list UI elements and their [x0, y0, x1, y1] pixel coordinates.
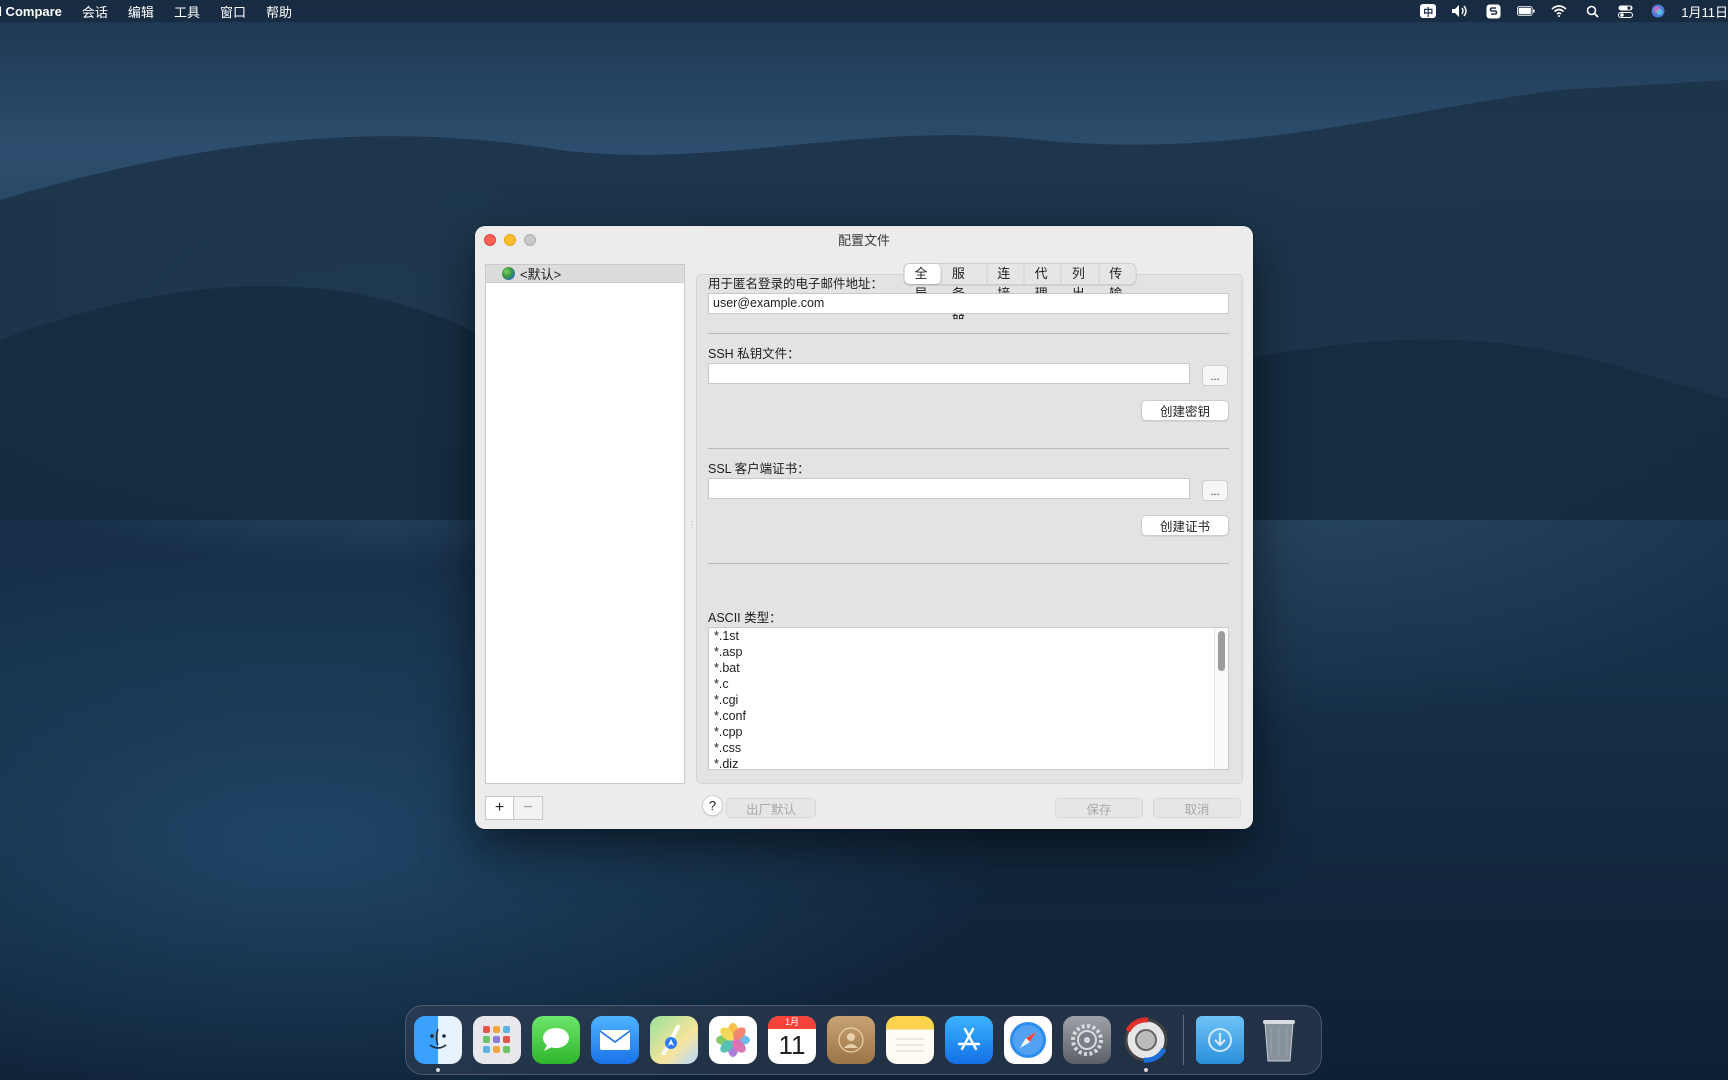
- trash-icon[interactable]: [1255, 1016, 1303, 1064]
- app-menu[interactable]: d Compare: [0, 4, 62, 19]
- cancel-button[interactable]: 取消: [1153, 798, 1241, 818]
- menu-edit[interactable]: 编辑: [128, 2, 154, 21]
- ssh-key-field[interactable]: [708, 363, 1190, 384]
- menubar-clock[interactable]: 1月11日: [1681, 2, 1728, 21]
- photos-icon[interactable]: [709, 1016, 757, 1064]
- calendar-icon[interactable]: 1月 11: [768, 1016, 816, 1064]
- list-buttons: + −: [485, 796, 543, 820]
- calendar-day: 11: [778, 1030, 806, 1060]
- launchpad-icon[interactable]: [473, 1016, 521, 1064]
- globe-icon: [502, 267, 515, 280]
- help-button[interactable]: ?: [702, 795, 723, 816]
- split-handle[interactable]: ⋮: [688, 520, 696, 529]
- mail-icon[interactable]: [591, 1016, 639, 1064]
- zoom-button[interactable]: [524, 234, 536, 246]
- sogou-icon[interactable]: [1484, 3, 1502, 19]
- input-method-icon[interactable]: 中: [1420, 4, 1437, 19]
- ascii-types-list[interactable]: *.1st *.asp *.bat *.c *.cgi *.conf *.cpp…: [708, 627, 1229, 770]
- running-indicator: [1144, 1068, 1148, 1072]
- status-area: 中 1月11日: [1405, 0, 1728, 22]
- safari-icon[interactable]: [1004, 1016, 1052, 1064]
- tab-connection[interactable]: 连接: [987, 264, 1025, 301]
- save-button[interactable]: 保存: [1055, 798, 1143, 818]
- finder-icon[interactable]: [414, 1016, 462, 1072]
- create-cert-button[interactable]: 创建证书: [1141, 515, 1229, 536]
- maps-icon[interactable]: [650, 1016, 698, 1064]
- window-title: 配置文件: [837, 232, 890, 248]
- ssl-browse-button[interactable]: ...: [1202, 480, 1228, 501]
- menu-session[interactable]: 会话: [82, 2, 108, 21]
- tab-global[interactable]: 全局: [904, 264, 942, 301]
- running-indicator: [436, 1068, 440, 1072]
- factory-default-button[interactable]: 出厂默认: [726, 798, 816, 818]
- ascii-types-label: ASCII 类型：: [708, 611, 782, 625]
- app-store-icon[interactable]: [945, 1016, 993, 1064]
- dock-divider: [1183, 1015, 1184, 1065]
- scroll-thumb[interactable]: [1218, 631, 1225, 671]
- list-item[interactable]: *.cgi: [709, 692, 1228, 708]
- list-item[interactable]: *.1st: [709, 628, 1228, 644]
- system-preferences-icon[interactable]: [1063, 1016, 1111, 1064]
- list-item[interactable]: *.css: [709, 740, 1228, 756]
- contacts-icon[interactable]: [827, 1016, 875, 1064]
- menu-window[interactable]: 窗口: [220, 2, 246, 21]
- separator: [708, 563, 1229, 564]
- separator: [708, 333, 1229, 334]
- tab-transfer[interactable]: 传输: [1099, 264, 1135, 301]
- tab-server[interactable]: 服务器: [942, 264, 988, 321]
- downloads-folder-icon[interactable]: [1196, 1016, 1244, 1064]
- window-titlebar[interactable]: 配置文件: [475, 226, 1253, 252]
- email-label: 用于匿名登录的电子邮件地址：: [708, 277, 884, 291]
- siri-icon[interactable]: [1649, 3, 1667, 19]
- beyond-compare-icon[interactable]: [1122, 1016, 1170, 1072]
- menu-tools[interactable]: 工具: [174, 2, 200, 21]
- ssh-key-label: SSH 私钥文件：: [708, 347, 800, 361]
- ssl-cert-field[interactable]: [708, 478, 1190, 499]
- list-item[interactable]: *.diz: [709, 756, 1228, 769]
- profiles-window: 配置文件 <默认> + − ⋮ 全局 服务器 连接 代理 列出 传输 用于匿名登…: [475, 226, 1253, 829]
- dock: 1月 11: [405, 1005, 1322, 1075]
- list-item[interactable]: *.bat: [709, 660, 1228, 676]
- notes-icon[interactable]: [886, 1016, 934, 1064]
- email-field[interactable]: user@example.com: [708, 293, 1229, 314]
- list-item[interactable]: *.asp: [709, 644, 1228, 660]
- tab-proxy[interactable]: 代理: [1025, 264, 1062, 301]
- control-center-icon[interactable]: [1616, 3, 1634, 19]
- calendar-month: 1月: [768, 1016, 816, 1029]
- tab-listing[interactable]: 列出: [1062, 264, 1100, 301]
- spotlight-icon[interactable]: [1583, 3, 1601, 19]
- list-item[interactable]: *.cpp: [709, 724, 1228, 740]
- profile-item-label: <默认>: [520, 267, 562, 282]
- list-item[interactable]: *.c: [709, 676, 1228, 692]
- minimize-button[interactable]: [504, 234, 516, 246]
- ssh-browse-button[interactable]: ...: [1202, 365, 1228, 386]
- ssl-cert-label: SSL 客户端证书：: [708, 462, 810, 476]
- tab-bar: 全局 服务器 连接 代理 列出 传输: [903, 263, 1137, 321]
- menu-bar: d Compare 会话 编辑 工具 窗口 帮助 中 1月11日: [0, 0, 1728, 22]
- profile-item-default[interactable]: <默认>: [486, 265, 684, 283]
- profile-list[interactable]: <默认>: [485, 264, 685, 784]
- menu-help[interactable]: 帮助: [266, 2, 292, 21]
- add-profile-button[interactable]: +: [485, 796, 514, 820]
- close-button[interactable]: [484, 234, 496, 246]
- list-item[interactable]: *.conf: [709, 708, 1228, 724]
- remove-profile-button[interactable]: −: [514, 796, 543, 820]
- messages-icon[interactable]: [532, 1016, 580, 1064]
- separator: [708, 448, 1229, 449]
- window-controls: [484, 234, 536, 246]
- volume-icon[interactable]: [1451, 3, 1469, 19]
- battery-icon[interactable]: [1517, 3, 1535, 19]
- ascii-list-scrollbar[interactable]: [1214, 628, 1228, 769]
- create-key-button[interactable]: 创建密钥: [1141, 400, 1229, 421]
- wifi-icon[interactable]: [1550, 3, 1568, 19]
